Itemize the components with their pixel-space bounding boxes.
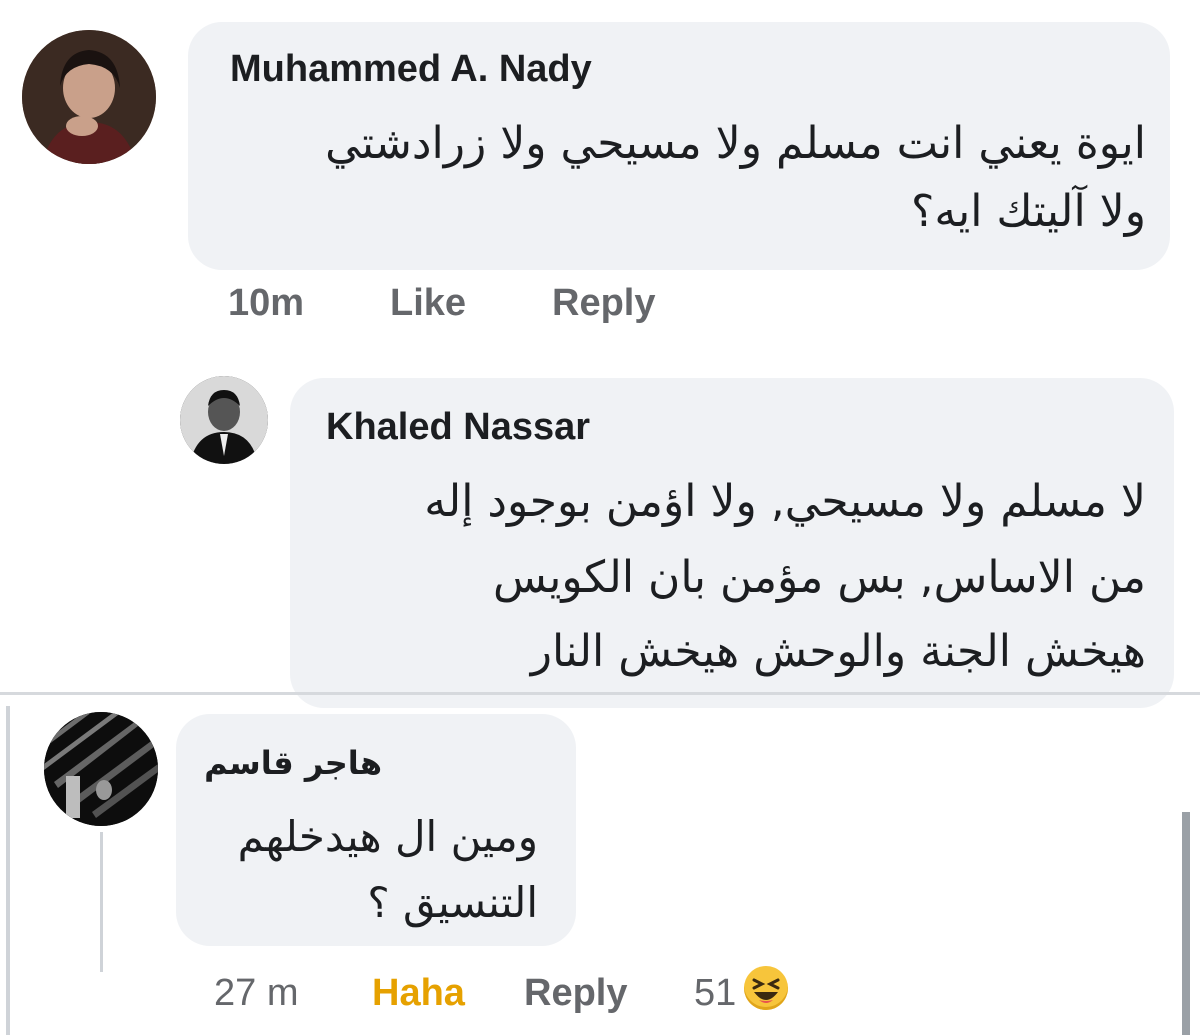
reply-button[interactable]: Reply — [524, 972, 627, 1015]
comment-text-line: ولا آليتك ايه؟ — [911, 186, 1146, 237]
avatar[interactable] — [22, 30, 156, 164]
avatar[interactable] — [180, 376, 268, 464]
haha-reaction-button[interactable]: Haha — [372, 972, 465, 1015]
scrollbar[interactable] — [1182, 812, 1190, 1035]
thread-connector — [100, 832, 103, 972]
like-button[interactable]: Like — [390, 282, 466, 325]
comment-author[interactable]: Khaled Nassar — [326, 406, 590, 449]
avatar-photo-icon — [44, 712, 158, 826]
comment-timestamp: 10m — [228, 282, 305, 324]
avatar[interactable] — [44, 712, 158, 826]
comment-author[interactable]: Muhammed A. Nady — [230, 48, 592, 91]
reply-button[interactable]: Reply — [552, 282, 655, 325]
divider — [0, 692, 1200, 695]
comment-text-line: من الاساس, بس مؤمن بان الكويس — [493, 552, 1146, 603]
comment-text-line: هيخش الجنة والوحش هيخش النار — [530, 626, 1146, 677]
avatar-photo-icon — [22, 30, 156, 164]
comment-timestamp: 27 m — [214, 972, 299, 1014]
comment-text-line: التنسيق ؟ — [367, 878, 538, 927]
laughing-emoji-icon[interactable] — [744, 966, 788, 1010]
comment-author[interactable]: هاجر قاسم — [204, 744, 382, 782]
avatar-photo-icon — [180, 376, 268, 464]
comment-text-line: ايوة يعني انت مسلم ولا مسيحي ولا زرادشتي — [325, 118, 1146, 169]
comment-text-line: ومين ال هيدخلهم — [237, 812, 538, 861]
thread-connector — [6, 706, 10, 1035]
comment-text-line: لا مسلم ولا مسيحي, ولا اؤمن بوجود إله — [424, 476, 1146, 527]
reaction-count[interactable]: 51 — [694, 972, 736, 1015]
